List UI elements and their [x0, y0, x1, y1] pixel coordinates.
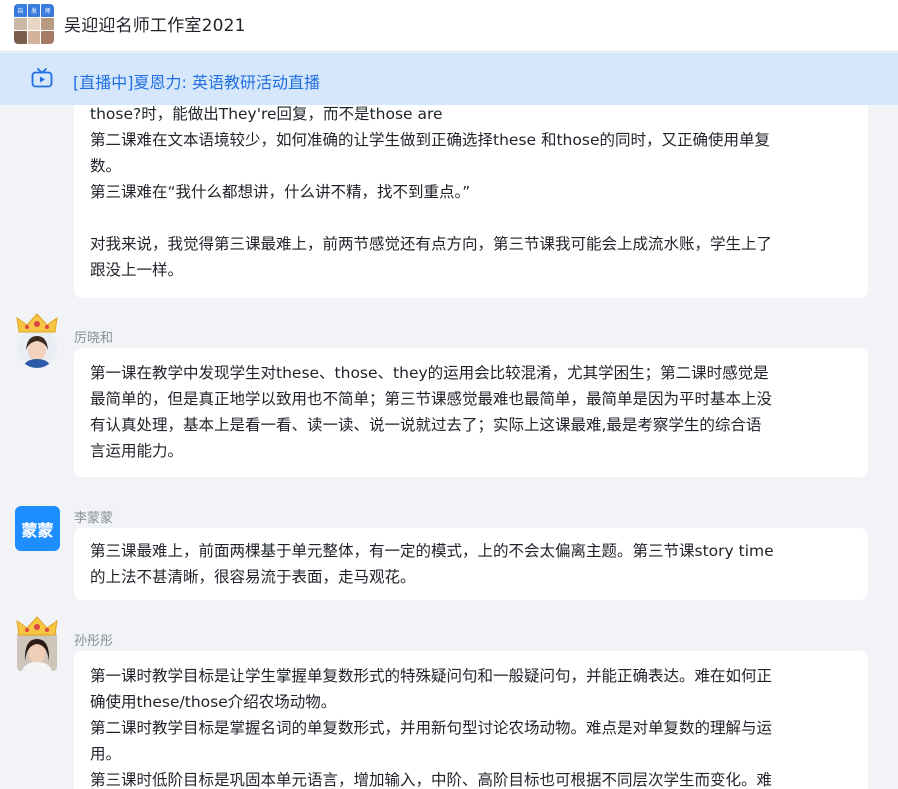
group-avatar-photo — [41, 17, 54, 31]
message-line: 第一课在教学中发现学生对these、those、they的运用会比较混淆，尤其学… — [90, 364, 769, 382]
message-line: 确使用these/those介绍农场动物。 — [90, 693, 337, 711]
tv-live-icon — [31, 68, 53, 88]
live-banner[interactable]: [直播中]夏恩力: 英语教研活动直播 — [0, 53, 898, 105]
message-line: 第三课最难上，前面两棵基于单元整体，有一定的模式，上的不会太偏离主题。第三节课s… — [90, 542, 774, 560]
group-avatar-tile: 自 — [14, 4, 27, 17]
message-line: 的上法不甚清晰，很容易流于表面，走马观花。 — [90, 568, 416, 586]
message-line: 对我来说，我觉得第三课最难上，前两节感觉还有点方向，第三节课我可能会上成流水账，… — [90, 235, 773, 253]
message-blank-line — [90, 205, 852, 231]
message-line: 第三课时低阶目标是巩固本单元语言，增加输入，中阶、高阶目标也可根据不同层次学生而… — [90, 771, 773, 789]
message-line: 言运用能力。 — [90, 442, 184, 460]
group-title[interactable]: 吴迎迎名师工作室2021 — [64, 11, 246, 36]
avatar-photo — [17, 631, 57, 671]
message-bubble: those?时，能做出They're回复，而不是those are 第二课难在文… — [74, 105, 868, 298]
group-avatar-tile: 师 — [41, 4, 54, 17]
sender-name[interactable]: 孙彤彤 — [74, 630, 113, 649]
message-bubble: 第一课在教学中发现学生对these、those、they的运用会比较混淆，尤其学… — [74, 348, 868, 477]
group-avatar-photo — [27, 31, 41, 44]
avatar[interactable] — [14, 313, 60, 368]
message-feed[interactable]: those?时，能做出They're回复，而不是those are 第二课难在文… — [0, 105, 898, 789]
avatar-photo — [17, 328, 57, 368]
crown-icon — [16, 616, 58, 636]
live-banner-text[interactable]: [直播中]夏恩力: 英语教研活动直播 — [73, 69, 320, 93]
group-avatar-photo — [14, 17, 27, 31]
group-avatar-photo — [14, 31, 27, 44]
avatar[interactable] — [14, 616, 60, 671]
group-avatar[interactable]: 自 发 师 — [14, 4, 54, 44]
message-line: 有认真处理，基本上是看一看、读一读、说一说就过去了；实际上这课最难,最是考察学生… — [90, 416, 762, 434]
group-avatar-tile: 发 — [27, 4, 41, 17]
group-avatar-photo — [27, 17, 41, 31]
chat-header: 自 发 师 吴迎迎名师工作室2021 — [0, 0, 898, 52]
message-line: 第二课难在文本语境较少，如何准确的让学生做到正确选择these 和those的同… — [90, 131, 770, 149]
message-line: 数。 — [90, 157, 122, 175]
message-line: 第二课时教学目标是掌握名词的单复数形式，并用新句型讨论农场动物。难点是对单复数的… — [90, 719, 773, 737]
message-line: 最简单的，但是真正地学以致用也不简单；第三节课感觉最难也最简单，最简单是因为平时… — [90, 390, 773, 408]
sender-name[interactable]: 李蒙蒙 — [74, 507, 113, 526]
group-avatar-photo — [41, 31, 54, 44]
message-bubble: 第一课时教学目标是让学生掌握单复数形式的特殊疑问句和一般疑问句，并能正确表达。难… — [74, 651, 868, 789]
message-line: 用。 — [90, 745, 122, 763]
sender-name[interactable]: 厉晓和 — [74, 327, 113, 346]
avatar[interactable]: 蒙蒙 — [15, 506, 60, 551]
message-line: those?时，能做出They're回复，而不是those are — [90, 105, 443, 123]
message-line: 第三课难在“我什么都想讲，什么讲不精，找不到重点。” — [90, 183, 471, 201]
message-line: 第一课时教学目标是让学生掌握单复数形式的特殊疑问句和一般疑问句，并能正确表达。难… — [90, 667, 773, 685]
crown-icon — [16, 313, 58, 333]
message-line: 跟没上一样。 — [90, 261, 184, 279]
message-bubble: 第三课最难上，前面两棵基于单元整体，有一定的模式，上的不会太偏离主题。第三节课s… — [74, 528, 868, 600]
